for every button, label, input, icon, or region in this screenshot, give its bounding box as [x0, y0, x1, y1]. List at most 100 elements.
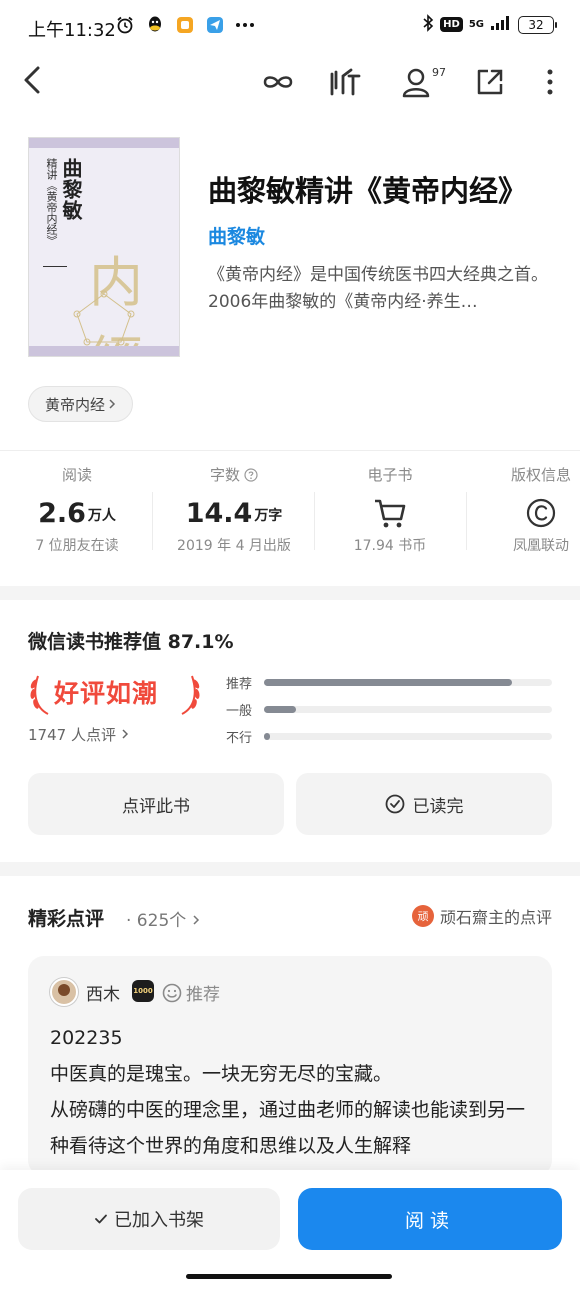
- battery-level: 32: [528, 17, 544, 32]
- review-count-link[interactable]: 1747 人点评: [28, 724, 129, 745]
- book-intro[interactable]: 《黄帝内经》是中国传统医书四大经典之首。2006年曲黎敏的《黄帝内经·养生…: [208, 262, 553, 316]
- stat-label: 字数: [165, 464, 303, 485]
- friends-button[interactable]: [400, 64, 436, 100]
- stat-copyright[interactable]: 版权信息 凤凰联动: [486, 464, 580, 555]
- stat-number: 14.4: [185, 498, 253, 529]
- back-button[interactable]: [18, 64, 50, 96]
- cover-diagram: [73, 290, 135, 346]
- stat-number: 2.6: [38, 498, 86, 529]
- listen-button[interactable]: [328, 64, 364, 100]
- rating-bar-fill: [264, 706, 296, 713]
- more-vertical-icon: [547, 69, 553, 95]
- stat-value: [486, 493, 580, 529]
- rating-badge-text: 好评如潮: [54, 679, 159, 708]
- added-to-shelf-button[interactable]: 已加入书架: [18, 1188, 280, 1250]
- cover-top-band: [29, 138, 179, 148]
- avatar[interactable]: [50, 978, 78, 1006]
- stat-sub: 7 位朋友在读: [35, 538, 119, 554]
- category-tag-label: 黄帝内经: [45, 395, 106, 414]
- rating-bar-track: [264, 733, 552, 740]
- review-card[interactable]: 西木 1000 推荐 202235 中医真的是瑰宝。一块无穷无尽的宝藏。 从磅礴…: [28, 956, 552, 1176]
- stat-unit: 万字: [254, 508, 283, 524]
- alarm-icon: [114, 14, 136, 36]
- stat-ebook[interactable]: 电子书 17.94 书币: [335, 464, 445, 555]
- hd-badge: HD: [440, 17, 463, 32]
- reviews-count-text: · 625个: [126, 911, 187, 931]
- nav-bar: 97: [0, 54, 580, 110]
- rating-bar-average: 一般: [226, 702, 552, 719]
- rating-bar-fill: [264, 679, 512, 686]
- send-app-icon: [204, 14, 226, 36]
- listen-icon: [330, 68, 361, 96]
- read-button[interactable]: 阅读: [298, 1188, 562, 1250]
- check-icon: [95, 1214, 107, 1224]
- stat-label: 电子书: [367, 466, 413, 484]
- cart-icon: [375, 499, 406, 528]
- battery-icon: 32: [518, 15, 557, 34]
- rating-bar-label: 推荐: [226, 677, 253, 692]
- network-type: 5G: [468, 19, 484, 30]
- featured-reviewer-link[interactable]: 顽 顽石齋主的点评: [411, 904, 552, 928]
- read-button-label: 阅读: [404, 1209, 455, 1232]
- share-icon: [477, 69, 503, 95]
- cover-title: 曲黎敏: [59, 158, 83, 221]
- cover-subtitle: 精讲《黄帝内经》: [45, 158, 58, 246]
- cover-divider: [43, 266, 67, 267]
- stat-readers[interactable]: 阅读 2.6 万人 7 位朋友在读: [22, 464, 132, 555]
- write-review-label: 点评此书: [122, 796, 190, 817]
- review-rating: 推荐: [162, 980, 220, 1005]
- stat-value: 2.6 万人: [22, 493, 132, 529]
- stat-sub: 2019 年 4 月出版: [177, 538, 291, 554]
- stat-sub: 17.94 书币: [353, 538, 427, 554]
- qq-icon: [144, 14, 166, 36]
- category-tag[interactable]: 黄帝内经: [28, 386, 134, 422]
- stat-label-text: 字数: [209, 466, 240, 484]
- smile-icon: [162, 983, 182, 1002]
- book-author-link[interactable]: 曲黎敏: [208, 222, 265, 249]
- rating-bar-bad: 不行: [226, 729, 552, 746]
- rating-bar-track: [264, 706, 552, 713]
- stat-label: 版权信息: [510, 466, 571, 484]
- back-arrow-icon: [24, 66, 40, 94]
- chevron-right-icon: [109, 399, 116, 409]
- follow-count: 97: [432, 66, 446, 79]
- book-stats: 阅读 2.6 万人 7 位朋友在读 字数 14.4 万字 2019 年 4 月出版 …: [0, 464, 580, 574]
- book-cover[interactable]: 曲黎敏 精讲《黄帝内经》 内經: [28, 137, 180, 357]
- write-review-button[interactable]: 点评此书: [28, 773, 284, 835]
- status-notification-icons: [114, 14, 256, 36]
- status-bar: 上午11:32 HD 5G 32: [0, 0, 580, 54]
- home-indicator[interactable]: [186, 1274, 392, 1279]
- finished-reading-button[interactable]: 已读完: [296, 773, 552, 835]
- seal-avatar-icon: 顽: [411, 905, 434, 927]
- chevron-right-icon: [193, 915, 199, 925]
- help-icon: [244, 467, 258, 482]
- infinite-card-button[interactable]: [260, 64, 296, 100]
- review-text: 202235 中医真的是瑰宝。一块无穷无尽的宝藏。 从磅礴的中医的理念里，通过曲…: [50, 1027, 526, 1157]
- added-to-shelf-label: 已加入书架: [114, 1210, 204, 1231]
- more-button[interactable]: [532, 64, 568, 100]
- reviews-count-link[interactable]: · 625个: [126, 906, 200, 931]
- review-rating-label: 推荐: [186, 985, 220, 1005]
- cover-bottom-band: [29, 346, 179, 356]
- reviews-title: 精彩点评: [28, 908, 105, 930]
- stat-separator: [466, 492, 467, 550]
- rating-bar-recommend: 推荐: [226, 675, 552, 692]
- status-right: HD 5G 32: [422, 14, 557, 35]
- rating-bar-label: 不行: [226, 731, 253, 746]
- reader-level-badge: 1000: [132, 980, 154, 1002]
- reviewer-name[interactable]: 西木: [86, 980, 120, 1005]
- stat-word-count[interactable]: 字数 14.4 万字 2019 年 4 月出版: [165, 464, 303, 555]
- rating-badge: 好评如潮: [28, 666, 208, 722]
- rating-bar-label: 一般: [226, 704, 253, 719]
- copyright-icon: [526, 498, 556, 528]
- featured-reviewer-label: 顽石齋主的点评: [439, 908, 552, 927]
- section-divider: [0, 862, 580, 876]
- stat-value: [335, 493, 445, 529]
- finished-reading-label: 已读完: [412, 796, 464, 817]
- status-time: 上午11:32: [28, 20, 116, 41]
- chevron-right-icon: [122, 729, 128, 739]
- stat-label: 阅读: [61, 466, 92, 484]
- share-button[interactable]: [472, 64, 508, 100]
- app-notification-icon: [174, 14, 196, 36]
- laurel-right-icon: [181, 675, 200, 715]
